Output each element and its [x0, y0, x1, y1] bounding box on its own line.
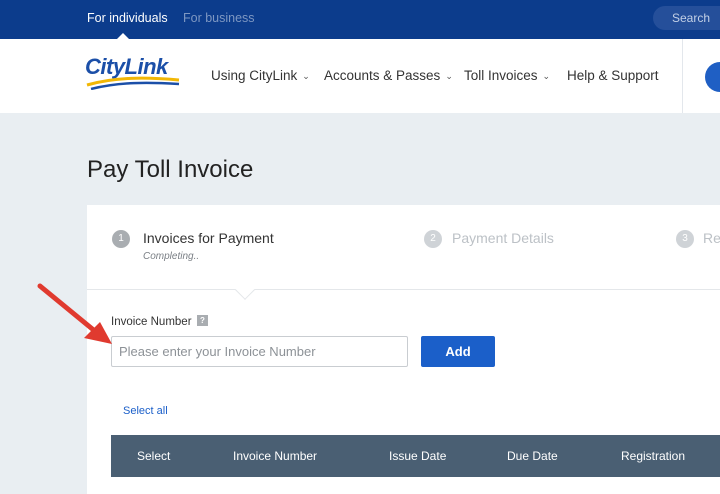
- chevron-down-icon: ⌄: [445, 71, 453, 81]
- top-utility-bar: For individuals For business Search: [0, 0, 720, 39]
- nav-label: Accounts & Passes: [324, 68, 441, 83]
- step-1-label: Invoices for Payment: [143, 230, 274, 246]
- step-3-number: 3: [676, 230, 694, 248]
- select-all-link[interactable]: Select all: [123, 405, 168, 417]
- step-2-number: 2: [424, 230, 442, 248]
- header-divider: [682, 39, 683, 113]
- nav-label: Using CityLink: [211, 68, 298, 83]
- nav-help-support[interactable]: Help & Support: [567, 39, 659, 113]
- logo-swoosh-icon: [86, 76, 180, 90]
- step-1-status: Completing..: [143, 251, 200, 262]
- nav-label: Help & Support: [567, 68, 659, 83]
- chevron-down-icon: ⌄: [302, 71, 310, 81]
- column-header-registration: Registration: [621, 449, 686, 463]
- nav-accounts-passes[interactable]: Accounts & Passes ⌄: [324, 39, 453, 113]
- column-header-issue-date: Issue Date: [389, 449, 447, 463]
- column-header-select: Select: [137, 449, 171, 463]
- nav-using-citylink[interactable]: Using CityLink ⌄: [211, 39, 310, 113]
- search-button[interactable]: Search: [653, 6, 720, 30]
- add-invoice-button[interactable]: Add: [421, 336, 495, 367]
- nav-toll-invoices[interactable]: Toll Invoices ⌄: [464, 39, 550, 113]
- for-business-link[interactable]: For business: [183, 0, 255, 39]
- column-header-invoice-number: Invoice Number: [233, 449, 318, 463]
- nav-label: Toll Invoices: [464, 68, 538, 83]
- invoice-number-label: Invoice Number: [111, 316, 192, 328]
- payment-card: 1 Invoices for Payment Completing.. 2 Pa…: [87, 205, 720, 494]
- progress-steps: 1 Invoices for Payment Completing.. 2 Pa…: [87, 205, 720, 300]
- column-header-due-date: Due Date: [507, 449, 558, 463]
- step-1-number: 1: [112, 230, 130, 248]
- active-step-pointer: [235, 280, 255, 300]
- annotation-arrow-icon: [37, 283, 112, 344]
- help-icon[interactable]: ?: [197, 315, 208, 326]
- chevron-down-icon: ⌄: [542, 71, 551, 81]
- step-3-label: Re: [703, 230, 720, 246]
- account-icon[interactable]: [705, 62, 720, 92]
- step-2-label: Payment Details: [452, 230, 554, 246]
- invoice-table-header: Select Invoice Number Issue Date Due Dat…: [111, 435, 720, 477]
- main-header: CityLink Using CityLink ⌄ Accounts & Pass…: [0, 39, 720, 113]
- invoice-number-input[interactable]: [111, 336, 408, 367]
- page-title: Pay Toll Invoice: [87, 156, 254, 183]
- citylink-logo[interactable]: CityLink: [85, 54, 185, 94]
- search-label: Search: [672, 11, 711, 25]
